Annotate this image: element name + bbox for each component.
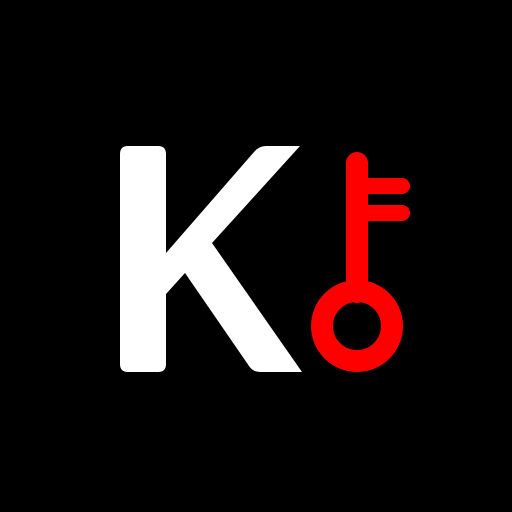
letter-k-glyph	[120, 146, 302, 372]
key-icon	[311, 152, 410, 372]
app-icon	[0, 0, 512, 512]
logo-mark	[120, 146, 410, 372]
